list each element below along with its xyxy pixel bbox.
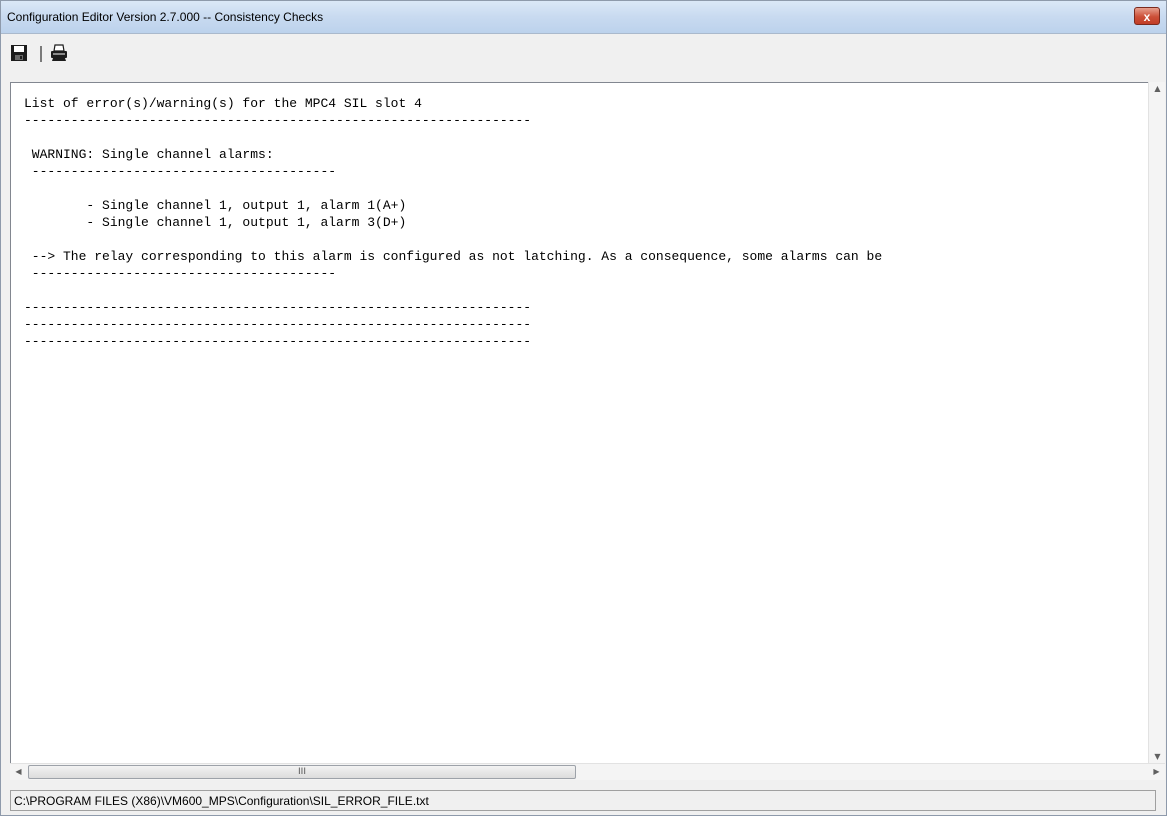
scroll-right-icon[interactable]: ▶ <box>1148 767 1165 776</box>
scroll-up-icon[interactable]: ▲ <box>1149 84 1166 93</box>
report-line: ----------------------------------------… <box>24 317 532 332</box>
file-path-label: C:\PROGRAM FILES (X86)\VM600_MPS\Configu… <box>14 794 429 808</box>
report-line: ----------------------------------------… <box>24 113 532 128</box>
scroll-grip: III <box>298 767 306 777</box>
scroll-down-icon[interactable]: ▼ <box>1149 752 1166 761</box>
report-text-area[interactable]: List of error(s)/warning(s) for the MPC4… <box>10 82 1148 764</box>
consistency-checks-window: Configuration Editor Version 2.7.000 -- … <box>0 0 1167 816</box>
report-line: List of error(s)/warning(s) for the MPC4… <box>24 96 422 111</box>
vertical-scrollbar[interactable]: ▲ ▼ <box>1148 82 1165 763</box>
window-title: Configuration Editor Version 2.7.000 -- … <box>7 10 324 24</box>
close-button[interactable]: x <box>1134 7 1160 25</box>
report-line: --------------------------------------- <box>24 164 337 179</box>
report-line: --> The relay corresponding to this alar… <box>24 249 883 264</box>
horizontal-scroll-thumb[interactable]: III <box>28 765 576 779</box>
report-line: --------------------------------------- <box>24 266 337 281</box>
report-line: WARNING: Single channel alarms: <box>24 147 274 162</box>
title-bar[interactable]: Configuration Editor Version 2.7.000 -- … <box>1 1 1166 34</box>
report-text: List of error(s)/warning(s) for the MPC4… <box>24 95 882 350</box>
status-bar: C:\PROGRAM FILES (X86)\VM600_MPS\Configu… <box>10 790 1156 811</box>
print-icon[interactable] <box>50 44 68 62</box>
toolbar-separator <box>40 46 42 62</box>
horizontal-scrollbar[interactable]: ◀ III ▶ <box>10 763 1165 780</box>
save-icon[interactable] <box>10 44 28 62</box>
scroll-left-icon[interactable]: ◀ <box>10 767 27 776</box>
toolbar <box>1 34 1166 74</box>
report-line: - Single channel 1, output 1, alarm 1(A+… <box>24 198 407 213</box>
report-line: ----------------------------------------… <box>24 334 532 349</box>
report-line: - Single channel 1, output 1, alarm 3(D+… <box>24 215 407 230</box>
report-line: ----------------------------------------… <box>24 300 532 315</box>
